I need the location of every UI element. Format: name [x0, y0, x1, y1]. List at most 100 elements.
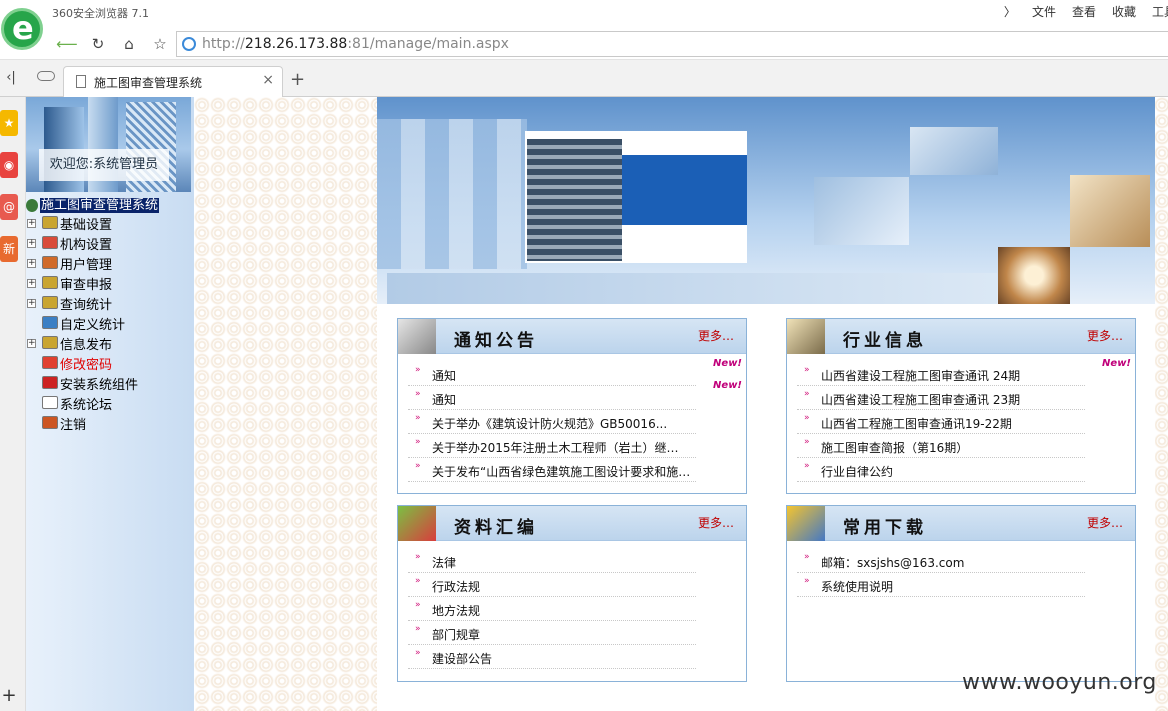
list-item-link[interactable]: 通知	[432, 367, 702, 384]
node-icon	[42, 396, 58, 409]
news-icon[interactable]: 新	[0, 236, 18, 262]
tree-node-label: 基础设置	[60, 218, 113, 233]
menu-chevron-icon[interactable]: 〉	[1004, 3, 1016, 20]
browser-toolbar: ⟵ ↻ ⌂ ☆ http://218.26.173.88:81/manage/m…	[0, 28, 1168, 60]
list-item-link[interactable]: 行业自律公约	[821, 463, 1091, 480]
list-item[interactable]: » 关于举办《建筑设计防火规范》GB50016...	[408, 410, 696, 434]
address-bar[interactable]: http://218.26.173.88:81/manage/main.aspx	[176, 31, 1168, 57]
list-item[interactable]: » 系统使用说明	[797, 573, 1085, 597]
main-content: 通知公告 更多… » 通知» 通知» 关于举办《建筑设计防火规范》GB50016...…	[377, 97, 1155, 711]
node-icon	[42, 276, 58, 289]
panel-download-header: 常用下载 更多…	[787, 506, 1135, 541]
list-item[interactable]: » 施工图审查简报（第16期）	[797, 434, 1085, 458]
app-title: 360安全浏览器 7.1	[52, 7, 149, 20]
tab-main[interactable]: 施工图审查管理系统 ×	[63, 66, 283, 97]
expand-toggle-icon[interactable]: +	[27, 299, 36, 308]
books-icon	[398, 506, 436, 541]
expand-toggle-icon[interactable]: +	[27, 339, 36, 348]
list-item[interactable]: » 行业自律公约	[797, 458, 1085, 482]
expand-toggle-icon[interactable]: +	[27, 279, 36, 288]
bullet-icon: »	[415, 576, 421, 586]
new-tab-plus-icon[interactable]: +	[290, 69, 305, 90]
refresh-icon[interactable]: ↻	[87, 33, 109, 55]
list-item[interactable]: » 法律	[408, 549, 696, 573]
menu-tools[interactable]: 工具	[1152, 3, 1168, 20]
list-item[interactable]: » 部门规章	[408, 621, 696, 645]
list-item[interactable]: » 关于举办2015年注册土木工程师（岩土）继…	[408, 434, 696, 458]
node-icon	[42, 316, 58, 329]
close-icon[interactable]: ×	[262, 72, 274, 88]
list-item-link[interactable]: 地方法规	[432, 602, 702, 619]
download-list: » 邮箱：sxsjshs@163.com» 系统使用说明	[787, 541, 1135, 597]
back-arrow-icon[interactable]: ⟵	[56, 33, 78, 55]
panel-docs: 资料汇编 更多… » 法律» 行政法规» 地方法规» 部门规章» 建设部公告	[397, 505, 747, 682]
list-item[interactable]: » 通知	[408, 386, 696, 410]
globe-icon	[26, 199, 38, 212]
more-link[interactable]: 更多…	[1087, 514, 1123, 531]
url-text[interactable]: http://218.26.173.88:81/manage/main.aspx	[202, 36, 509, 52]
sidebar-collapse-icon[interactable]: ‹|	[0, 67, 22, 89]
expand-toggle-icon[interactable]: +	[27, 239, 36, 248]
bullet-icon: »	[415, 437, 421, 447]
list-item-link[interactable]: 建设部公告	[432, 650, 702, 667]
list-item[interactable]: » 地方法规	[408, 597, 696, 621]
panel-docs-header: 资料汇编 更多…	[398, 506, 746, 541]
left-banner-image: 欢迎您:系统管理员	[26, 97, 191, 192]
left-nav-frame: 欢迎您:系统管理员 施工图审查管理系统 + 基础设置 + 机构设置 + 用户管理 + 审查申报…	[26, 97, 194, 711]
tab-bar: ‹| 施工图审查管理系统 × +	[0, 60, 1168, 97]
cloud-icon[interactable]	[37, 71, 55, 81]
list-item-link[interactable]: 关于举办《建筑设计防火规范》GB50016...	[432, 415, 702, 432]
node-icon	[42, 296, 58, 309]
tree-root[interactable]: 施工图审查管理系统	[26, 194, 160, 213]
new-badge: New!	[1102, 358, 1131, 369]
panel-notice-header: 通知公告 更多…	[398, 319, 746, 354]
list-item-link[interactable]: 关于发布“山西省绿色建筑施工图设计要求和施…	[432, 463, 702, 480]
bullet-icon: »	[804, 365, 810, 375]
list-item[interactable]: » 山西省工程施工图审查通讯19-22期	[797, 410, 1085, 434]
list-item[interactable]: » 行政法规	[408, 573, 696, 597]
list-item-link[interactable]: 山西省建设工程施工图审查通讯 24期	[821, 367, 1091, 384]
panel-industry: 行业信息 更多… » 山西省建设工程施工图审查通讯 24期» 山西省建设工程施工图审…	[786, 318, 1136, 494]
tree-node-label: 用户管理	[60, 258, 113, 273]
menu-favorites[interactable]: 收藏	[1112, 3, 1136, 20]
list-item-link[interactable]: 关于举办2015年注册土木工程师（岩土）继…	[432, 439, 702, 456]
list-item-link[interactable]: 山西省工程施工图审查通讯19-22期	[821, 415, 1091, 432]
panel-title: 资料汇编	[454, 518, 538, 538]
favorites-star-icon[interactable]: ★	[0, 110, 18, 136]
sidebar-add-icon[interactable]: +	[0, 683, 18, 709]
more-link[interactable]: 更多…	[1087, 327, 1123, 344]
list-item[interactable]: » 邮箱：sxsjshs@163.com	[797, 549, 1085, 573]
list-item-link[interactable]: 行政法规	[432, 578, 702, 595]
new-badge: New!	[713, 358, 742, 369]
expand-toggle-icon[interactable]: +	[27, 219, 36, 228]
expand-toggle-icon[interactable]: +	[27, 259, 36, 268]
mail-at-icon[interactable]: @	[0, 194, 18, 220]
list-item-link[interactable]: 系统使用说明	[821, 578, 1091, 595]
list-item[interactable]: » 山西省建设工程施工图审查通讯 23期	[797, 386, 1085, 410]
tree-node-label: 机构设置	[60, 238, 113, 253]
panel-download: 常用下载 更多… » 邮箱：sxsjshs@163.com» 系统使用说明	[786, 505, 1136, 682]
tree-node-label: 自定义统计	[60, 318, 126, 333]
menu-view[interactable]: 查看	[1072, 3, 1096, 20]
list-item-link[interactable]: 法律	[432, 554, 702, 571]
list-item[interactable]: » 通知	[408, 362, 696, 386]
weibo-icon[interactable]: ◉	[0, 152, 18, 178]
list-item-link[interactable]: 邮箱：sxsjshs@163.com	[821, 554, 1091, 571]
more-link[interactable]: 更多…	[698, 327, 734, 344]
tree-node-label: 查询统计	[60, 298, 113, 313]
browser-logo-icon	[1, 8, 43, 50]
menu-file[interactable]: 文件	[1032, 3, 1056, 20]
more-link[interactable]: 更多…	[698, 514, 734, 531]
list-item-link[interactable]: 通知	[432, 391, 702, 408]
list-item-link[interactable]: 施工图审查简报（第16期）	[821, 439, 1091, 456]
tree-node-label: 安装系统组件	[60, 378, 139, 393]
bullet-icon: »	[804, 437, 810, 447]
list-item-link[interactable]: 山西省建设工程施工图审查通讯 23期	[821, 391, 1091, 408]
bullet-icon: »	[415, 600, 421, 610]
list-item[interactable]: » 建设部公告	[408, 645, 696, 669]
home-icon[interactable]: ⌂	[118, 33, 140, 55]
list-item-link[interactable]: 部门规章	[432, 626, 702, 643]
list-item[interactable]: » 山西省建设工程施工图审查通讯 24期	[797, 362, 1085, 386]
list-item[interactable]: » 关于发布“山西省绿色建筑施工图设计要求和施…	[408, 458, 696, 482]
star-icon[interactable]: ☆	[149, 33, 171, 55]
